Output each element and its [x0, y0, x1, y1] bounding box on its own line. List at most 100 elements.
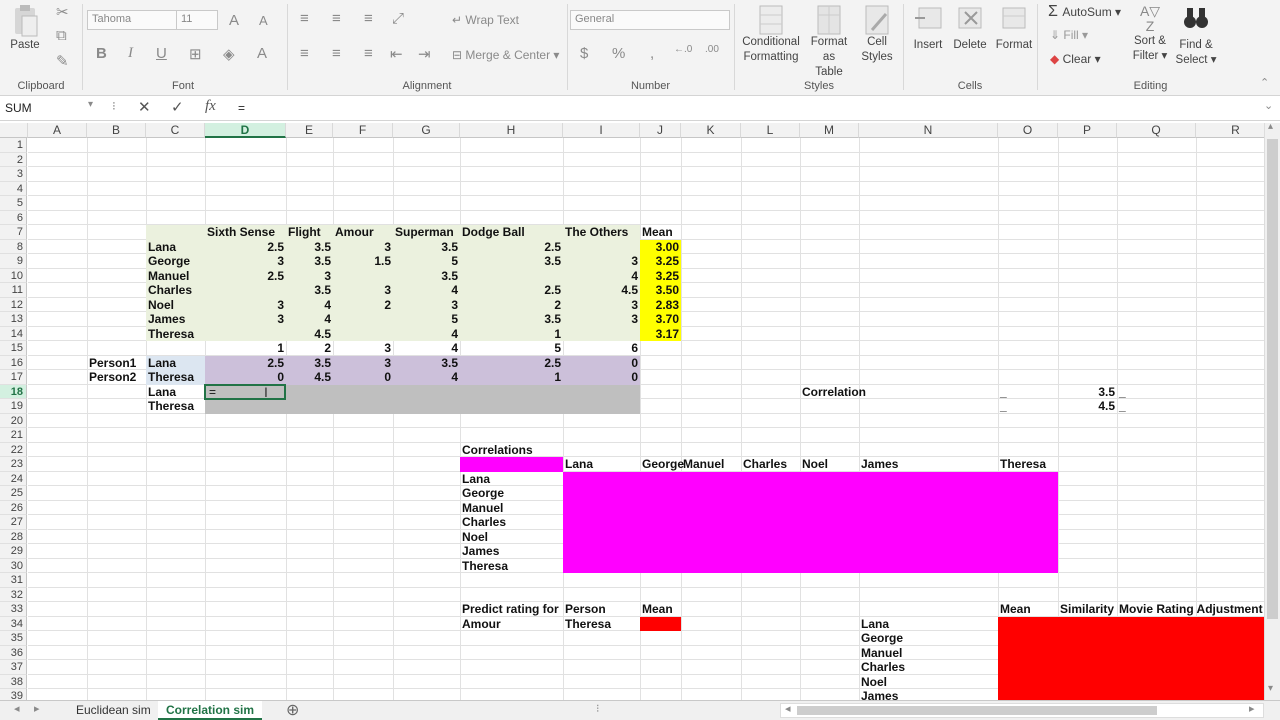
vertical-scrollbar[interactable]: ▴ ▾ [1264, 121, 1280, 700]
row-header-31[interactable]: 31 [0, 573, 27, 588]
row-header-14[interactable]: 14 [0, 326, 27, 341]
column-header-n[interactable]: N [859, 123, 998, 138]
spreadsheet-grid[interactable]: ABCDEFGHIJKLMNOPQR 1 2 3 4 5 6 7 8 9 10 11 12 13 14 15… [0, 123, 1264, 700]
column-header-d[interactable]: D [205, 123, 286, 138]
cell-c11[interactable]: Charles [146, 283, 205, 298]
cell-h8[interactable]: 2.5 [460, 240, 563, 255]
cell-styles-button[interactable]: Cell Styles [855, 4, 899, 65]
cell-i13[interactable]: 3 [563, 312, 640, 327]
row-header-35[interactable]: 35 [0, 631, 27, 646]
name-box[interactable]: SUM [2, 99, 98, 119]
cell-j7[interactable]: Mean [640, 225, 681, 240]
tab-euclidean-sim[interactable]: Euclidean sim [68, 701, 159, 720]
align-left-icon[interactable]: ≡ [300, 45, 309, 62]
cell-n38[interactable]: Noel [859, 675, 998, 690]
select-all-corner[interactable] [0, 123, 28, 138]
align-bottom-icon[interactable]: ≡ [364, 10, 373, 27]
cell-h25[interactable]: George [460, 486, 563, 501]
cell-h34[interactable]: Amour [460, 617, 563, 632]
column-header-q[interactable]: Q [1117, 123, 1196, 138]
add-sheet-icon[interactable]: ⊕ [286, 700, 299, 720]
cell-i34[interactable]: Theresa [563, 617, 640, 632]
cell-e9[interactable]: 3.5 [286, 254, 333, 269]
decrease-font-icon[interactable]: A [259, 13, 268, 28]
hscroll-thumb[interactable] [797, 706, 1157, 715]
cell-h24[interactable]: Lana [460, 472, 563, 487]
fill-button[interactable]: ⇓ Fill ▾ [1050, 28, 1088, 42]
cell-e7[interactable]: Flight [286, 225, 333, 240]
cell-p19[interactable]: 4.5 [1058, 399, 1117, 414]
currency-button[interactable]: $ [580, 45, 588, 62]
row-header-1[interactable]: 1 [0, 138, 27, 153]
cell-h27[interactable]: Charles [460, 515, 563, 530]
column-header-b[interactable]: B [87, 123, 146, 138]
cell-p33[interactable]: Similarity [1058, 602, 1117, 617]
cell-d7[interactable]: Sixth Sense [205, 225, 286, 240]
cell-e13[interactable]: 4 [286, 312, 333, 327]
cell-h14[interactable]: 1 [460, 327, 563, 342]
cell-g8[interactable]: 3.5 [393, 240, 460, 255]
borders-icon[interactable]: ⊞ [189, 45, 202, 63]
cell-c16[interactable]: Lana [146, 356, 205, 371]
cell-c10[interactable]: Manuel [146, 269, 205, 284]
row-header-34[interactable]: 34 [0, 616, 27, 631]
cell-i12[interactable]: 3 [563, 298, 640, 313]
row-header-32[interactable]: 32 [0, 587, 27, 602]
conditional-formatting-button[interactable]: Conditional Formatting [737, 4, 805, 65]
fill-color-icon[interactable]: ◈ [223, 45, 235, 63]
cell-d17[interactable]: 0 [205, 370, 286, 385]
cell-h7[interactable]: Dodge Ball [460, 225, 563, 240]
cell-e10[interactable]: 3 [286, 269, 333, 284]
row-header-19[interactable]: 19 [0, 399, 27, 414]
cell-j33[interactable]: Mean [640, 602, 681, 617]
cell-h16[interactable]: 2.5 [460, 356, 563, 371]
align-middle-icon[interactable]: ≡ [332, 10, 341, 27]
enter-icon[interactable]: ✓ [171, 98, 184, 116]
cell-i10[interactable]: 4 [563, 269, 640, 284]
cell-f8[interactable]: 3 [333, 240, 393, 255]
cell-h33[interactable]: Predict rating for [460, 602, 563, 617]
cell-n23[interactable]: James [859, 457, 998, 472]
cell-g9[interactable]: 5 [393, 254, 460, 269]
cell-h13[interactable]: 3.5 [460, 312, 563, 327]
decrease-decimal-icon[interactable]: .00 [705, 44, 719, 55]
prev-sheet-icon[interactable]: ◂ [14, 702, 20, 715]
expand-formula-icon[interactable]: ⌄ [1264, 99, 1273, 112]
row-header-33[interactable]: 33 [0, 602, 27, 617]
cell-f13[interactable] [333, 312, 393, 327]
wrap-text-button[interactable]: ↵ Wrap Text [452, 13, 519, 27]
row-header-17[interactable]: 17 [0, 370, 27, 385]
increase-decimal-icon[interactable]: ←.0 [674, 44, 692, 55]
column-header-r[interactable]: R [1196, 123, 1264, 138]
delete-button[interactable]: Delete [948, 4, 992, 53]
cell-q18[interactable]: _ [1117, 385, 1196, 400]
format-painter-icon[interactable]: ✎ [56, 52, 69, 70]
scroll-thumb[interactable] [1267, 139, 1278, 619]
cut-icon[interactable]: ✂ [56, 3, 69, 21]
cell-b17[interactable]: Person2 [87, 370, 146, 385]
cell-g11[interactable]: 4 [393, 283, 460, 298]
formula-input[interactable]: = [232, 99, 251, 119]
cell-i11[interactable]: 4.5 [563, 283, 640, 298]
align-top-icon[interactable]: ≡ [300, 10, 309, 27]
cell-h9[interactable]: 3.5 [460, 254, 563, 269]
cell-g12[interactable]: 3 [393, 298, 460, 313]
cell-h26[interactable]: Manuel [460, 501, 563, 516]
font-color-icon[interactable]: A [257, 45, 267, 62]
column-header-m[interactable]: M [800, 123, 859, 138]
cell-i16[interactable]: 0 [563, 356, 640, 371]
cell-i14[interactable] [563, 327, 640, 342]
cell-o18[interactable]: _ [998, 385, 1058, 400]
cell-f14[interactable] [333, 327, 393, 342]
cell-j9[interactable]: 3.25 [640, 254, 681, 269]
row-header-30[interactable]: 30 [0, 558, 27, 573]
row-header-8[interactable]: 8 [0, 239, 27, 254]
cell-h11[interactable]: 2.5 [460, 283, 563, 298]
cell-f11[interactable]: 3 [333, 283, 393, 298]
column-header-i[interactable]: I [563, 123, 640, 138]
cell-h15[interactable]: 5 [460, 341, 563, 356]
merge-center-button[interactable]: ⊟ Merge & Center ▾ [452, 48, 559, 62]
cell-l23[interactable]: Charles [741, 457, 800, 472]
cell-j8[interactable]: 3.00 [640, 240, 681, 255]
column-header-j[interactable]: J [640, 123, 681, 138]
